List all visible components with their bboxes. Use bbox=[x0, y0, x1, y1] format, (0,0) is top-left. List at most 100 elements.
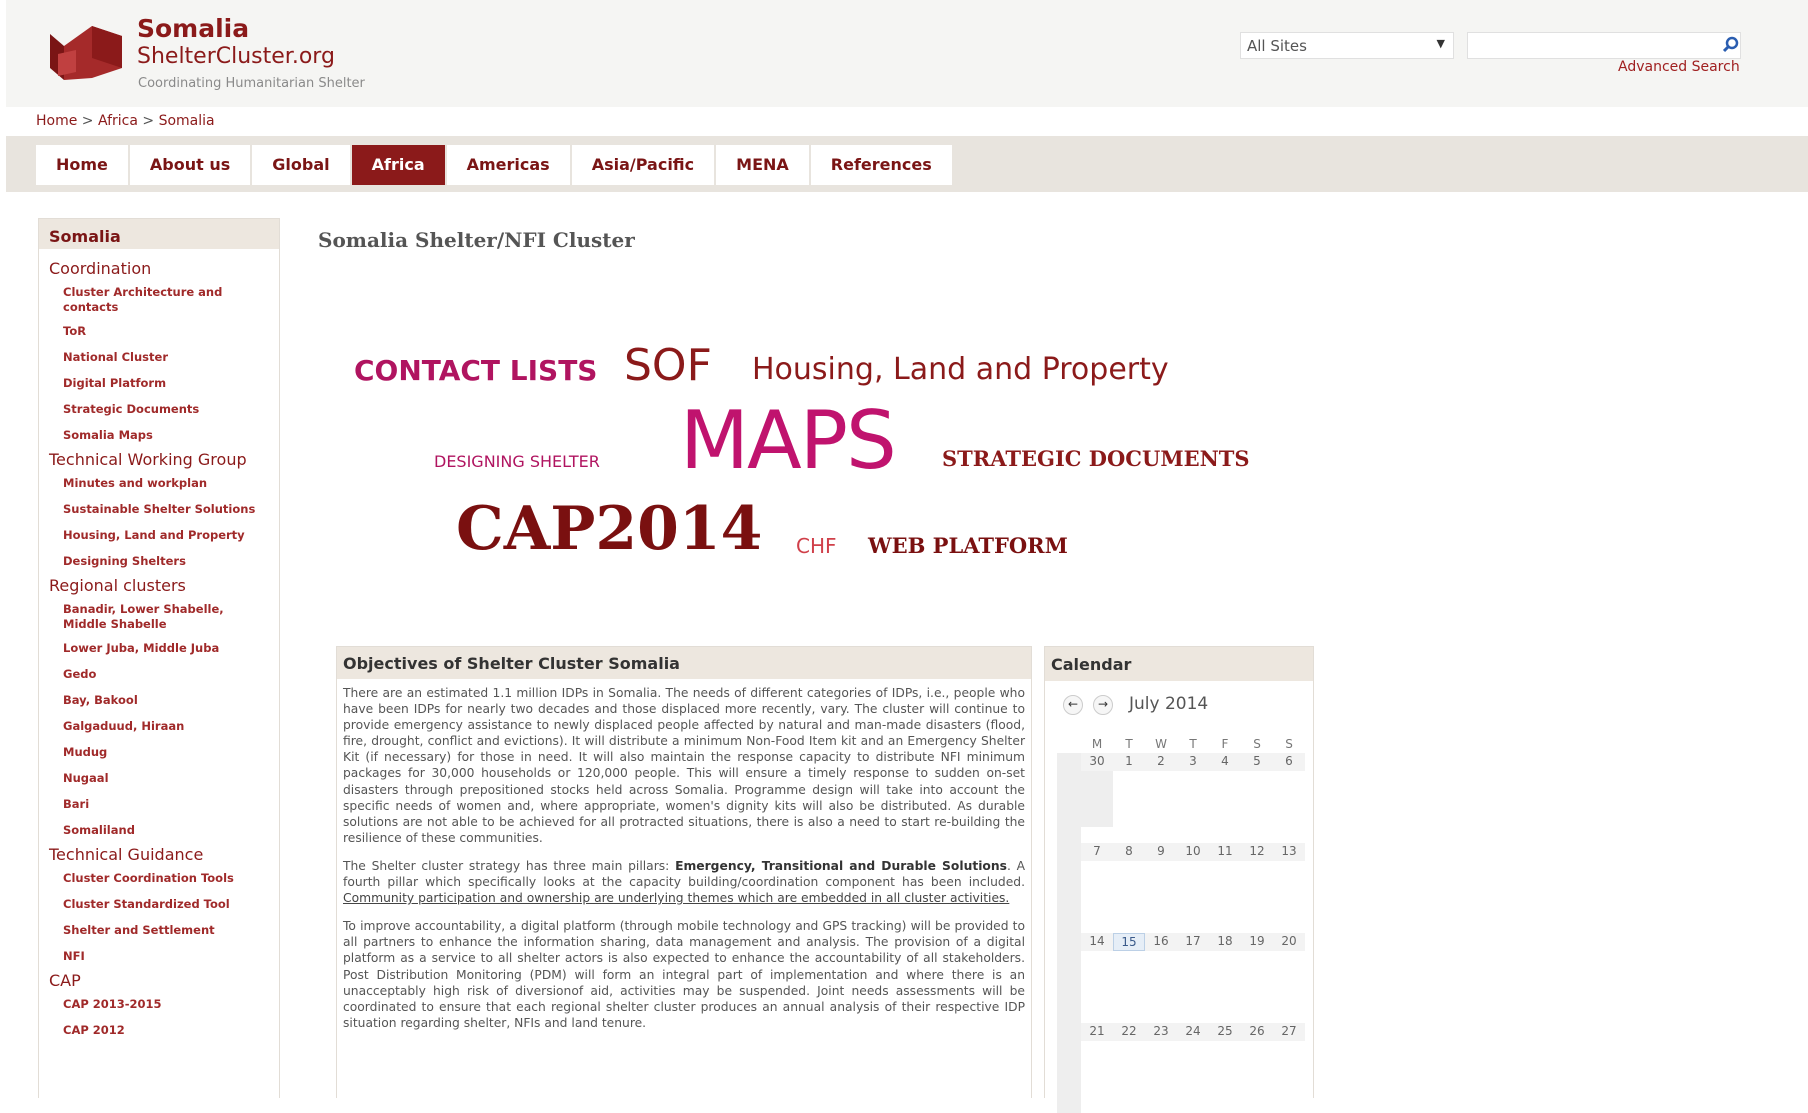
tab-asia-pacific[interactable]: Asia/Pacific bbox=[571, 145, 715, 185]
tag-designing-shelter[interactable]: DESIGNING SHELTER bbox=[434, 452, 600, 471]
calendar-day[interactable]: 5 bbox=[1241, 753, 1273, 771]
advanced-search-link[interactable]: Advanced Search bbox=[1618, 59, 1740, 75]
calendar-day[interactable]: 1 bbox=[1113, 753, 1145, 771]
calendar-day[interactable]: 23 bbox=[1145, 1023, 1177, 1041]
tag-contact-lists[interactable]: CONTACT LISTS bbox=[354, 354, 597, 387]
sidebar-item-designing-shelters[interactable]: Designing Shelters bbox=[39, 554, 279, 569]
calendar-day[interactable]: 16 bbox=[1145, 933, 1177, 951]
sidebar-item-coordination-tools[interactable]: Cluster Coordination Tools bbox=[39, 871, 279, 886]
calendar-day[interactable]: 27 bbox=[1273, 1023, 1305, 1041]
sidebar-item-lower-juba[interactable]: Lower Juba, Middle Juba bbox=[39, 641, 279, 656]
sidebar-section-coordination[interactable]: Coordination bbox=[39, 259, 279, 279]
calendar-weekdays: M T W T F S S bbox=[1057, 737, 1307, 753]
calendar-day[interactable]: 12 bbox=[1241, 843, 1273, 861]
calendar-day[interactable]: 30 bbox=[1081, 753, 1113, 771]
sidebar-item-digital-platform[interactable]: Digital Platform bbox=[39, 376, 279, 391]
sidebar-item-galgaduud[interactable]: Galgaduud, Hiraan bbox=[39, 719, 279, 734]
tag-maps[interactable]: MAPS bbox=[680, 394, 897, 487]
sidebar-item-bay-bakool[interactable]: Bay, Bakool bbox=[39, 693, 279, 708]
calendar-day[interactable]: 4 bbox=[1209, 753, 1241, 771]
calendar-day[interactable]: 2 bbox=[1145, 753, 1177, 771]
breadcrumb-home[interactable]: Home bbox=[36, 113, 77, 129]
next-month-icon[interactable]: → bbox=[1093, 695, 1113, 715]
tag-web-platform[interactable]: WEB PLATFORM bbox=[868, 533, 1068, 558]
shelter-cluster-logo-icon[interactable] bbox=[46, 20, 126, 86]
calendar-day[interactable]: 7 bbox=[1081, 843, 1113, 861]
sidebar-item-somaliland[interactable]: Somaliland bbox=[39, 823, 279, 838]
sidebar-item-bari[interactable]: Bari bbox=[39, 797, 279, 812]
sidebar-item-gedo[interactable]: Gedo bbox=[39, 667, 279, 682]
calendar-week: 30 1 2 3 4 5 6 bbox=[1057, 753, 1307, 843]
calendar-day[interactable]: 26 bbox=[1241, 1023, 1273, 1041]
weekday-label: T bbox=[1189, 737, 1197, 751]
objectives-body: There are an estimated 1.1 million IDPs … bbox=[337, 679, 1031, 1031]
calendar-day[interactable]: 25 bbox=[1209, 1023, 1241, 1041]
breadcrumb-somalia[interactable]: Somalia bbox=[159, 113, 215, 129]
calendar-day[interactable]: 19 bbox=[1241, 933, 1273, 951]
calendar-day[interactable]: 6 bbox=[1273, 753, 1305, 771]
sidebar-section-twg[interactable]: Technical Working Group bbox=[39, 450, 279, 470]
tab-home[interactable]: Home bbox=[36, 145, 128, 185]
sidebar-item-shelter-settlement[interactable]: Shelter and Settlement bbox=[39, 923, 279, 938]
site-domain[interactable]: ShelterCluster.org bbox=[137, 44, 335, 69]
tag-cap2014[interactable]: CAP2014 bbox=[456, 494, 762, 564]
sidebar-item-standardized-tool[interactable]: Cluster Standardized Tool bbox=[39, 897, 279, 912]
sidebar-item-nfi[interactable]: NFI bbox=[39, 949, 279, 964]
sidebar-item-minutes[interactable]: Minutes and workplan bbox=[39, 476, 279, 491]
tab-about-us[interactable]: About us bbox=[129, 145, 251, 185]
calendar-day[interactable]: 24 bbox=[1177, 1023, 1209, 1041]
sidebar-item-hlp[interactable]: Housing, Land and Property bbox=[39, 528, 279, 543]
calendar-day-today[interactable]: 15 bbox=[1113, 933, 1145, 951]
tab-global[interactable]: Global bbox=[252, 145, 350, 185]
site-name[interactable]: Somalia bbox=[137, 14, 249, 43]
calendar-day[interactable]: 20 bbox=[1273, 933, 1305, 951]
tag-sof[interactable]: SOF bbox=[624, 340, 712, 391]
site-scope-select[interactable]: All Sites ▼ bbox=[1240, 32, 1454, 59]
sidebar-item-cluster-architecture[interactable]: Cluster Architecture and contacts bbox=[39, 285, 279, 315]
tab-references[interactable]: References bbox=[810, 145, 952, 185]
page-title: Somalia Shelter/NFI Cluster bbox=[318, 228, 635, 252]
site-scope-value: All Sites bbox=[1247, 37, 1307, 55]
sidebar-section-guidance[interactable]: Technical Guidance bbox=[39, 845, 279, 865]
sidebar-section-cap[interactable]: CAP bbox=[39, 971, 279, 991]
main-nav: Home About us Global Africa Americas Asi… bbox=[6, 136, 1808, 192]
calendar-day[interactable]: 21 bbox=[1081, 1023, 1113, 1041]
calendar-day[interactable]: 8 bbox=[1113, 843, 1145, 861]
sidebar-item-banadir[interactable]: Banadir, Lower Shabelle, Middle Shabelle bbox=[39, 602, 279, 632]
sidebar-title[interactable]: Somalia bbox=[39, 219, 279, 249]
tag-hlp[interactable]: Housing, Land and Property bbox=[752, 352, 1169, 387]
objectives-paragraph-2: The Shelter cluster strategy has three m… bbox=[343, 858, 1026, 906]
sidebar-section-regional[interactable]: Regional clusters bbox=[39, 576, 279, 596]
previous-month-icon[interactable]: ← bbox=[1063, 695, 1083, 715]
sidebar-item-cap-2012[interactable]: CAP 2012 bbox=[39, 1023, 279, 1038]
calendar-day[interactable]: 18 bbox=[1209, 933, 1241, 951]
calendar-day[interactable]: 10 bbox=[1177, 843, 1209, 861]
sidebar-item-mudug[interactable]: Mudug bbox=[39, 745, 279, 760]
tab-americas[interactable]: Americas bbox=[446, 145, 570, 185]
sidebar-item-tor[interactable]: ToR bbox=[39, 324, 279, 339]
sidebar-item-cap-2013[interactable]: CAP 2013-2015 bbox=[39, 997, 279, 1012]
sidebar-item-somalia-maps[interactable]: Somalia Maps bbox=[39, 428, 279, 443]
sidebar-item-nugaal[interactable]: Nugaal bbox=[39, 771, 279, 786]
calendar-day[interactable]: 9 bbox=[1145, 843, 1177, 861]
sidebar-item-national-cluster[interactable]: National Cluster bbox=[39, 350, 279, 365]
tab-africa[interactable]: Africa bbox=[351, 145, 445, 185]
sidebar-item-strategic-documents[interactable]: Strategic Documents bbox=[39, 402, 279, 417]
calendar-day[interactable]: 3 bbox=[1177, 753, 1209, 771]
sidebar-item-sustainable-shelter[interactable]: Sustainable Shelter Solutions bbox=[39, 502, 279, 517]
search-input[interactable] bbox=[1467, 32, 1741, 59]
calendar-day[interactable]: 11 bbox=[1209, 843, 1241, 861]
breadcrumb-africa[interactable]: Africa bbox=[98, 113, 138, 129]
calendar-day[interactable]: 17 bbox=[1177, 933, 1209, 951]
calendar-week: 7 8 9 10 11 12 13 bbox=[1057, 843, 1307, 933]
calendar-week: 21 22 23 24 25 26 27 bbox=[1057, 1023, 1307, 1113]
tab-mena[interactable]: MENA bbox=[716, 145, 809, 185]
calendar-day[interactable]: 22 bbox=[1113, 1023, 1145, 1041]
weekday-label: F bbox=[1221, 737, 1229, 751]
community-participation-text: Community participation and ownership ar… bbox=[343, 891, 1010, 906]
tag-strategic-documents[interactable]: STRATEGIC DOCUMENTS bbox=[942, 446, 1250, 471]
calendar-day[interactable]: 14 bbox=[1081, 933, 1113, 951]
search-icon[interactable] bbox=[1722, 36, 1740, 54]
tag-chf[interactable]: CHF bbox=[796, 534, 837, 558]
calendar-day[interactable]: 13 bbox=[1273, 843, 1305, 861]
